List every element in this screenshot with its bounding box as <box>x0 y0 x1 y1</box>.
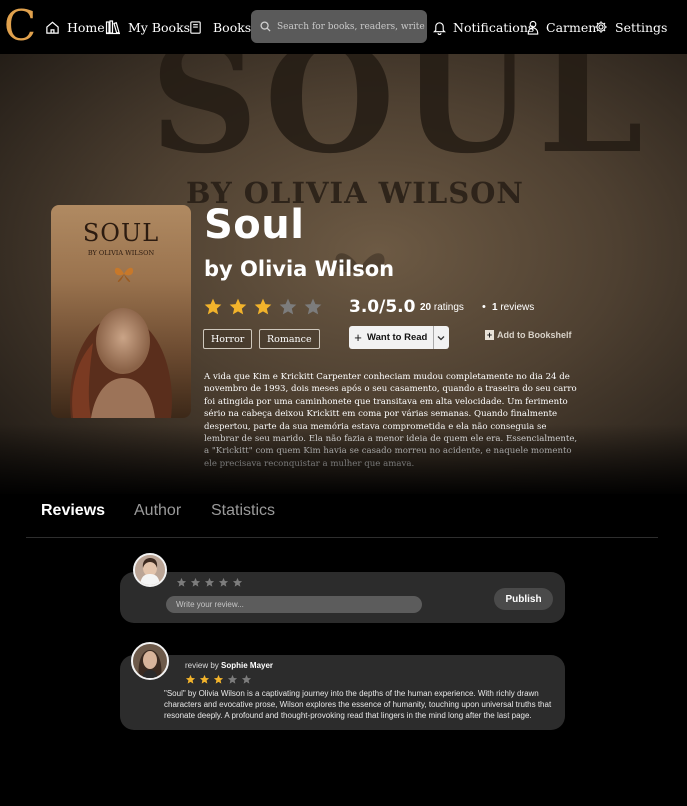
reviews-count[interactable]: 1 reviews <box>492 302 534 313</box>
want-to-read-label: Want to Read <box>367 332 428 343</box>
rating-score: 3.0/5.0 <box>349 297 416 317</box>
reviewer-avatar[interactable] <box>131 642 169 680</box>
star-filled-icon <box>199 674 210 684</box>
want-to-read-button[interactable]: + Want to Read <box>349 326 449 349</box>
nav-settings-label: Settings <box>615 19 668 35</box>
app-logo[interactable]: C <box>4 4 36 48</box>
ratings-count[interactable]: 20 ratings <box>420 302 464 313</box>
search-bar[interactable] <box>251 10 427 43</box>
add-to-bookshelf-label: Add to Bookshelf <box>497 330 572 340</box>
book-title: Soul <box>204 202 305 248</box>
star-empty-icon <box>304 298 322 315</box>
review-text: "Soul" by Olivia Wilson is a captivating… <box>164 689 552 720</box>
user-icon <box>527 20 539 35</box>
nav-books-label: Books <box>213 19 252 35</box>
top-navbar: C Home My Books Books Notifications Carm… <box>0 0 687 54</box>
book-rating-stars <box>203 297 323 317</box>
book-cover[interactable]: SOUL BY OLIVIA WILSON <box>51 205 191 418</box>
gear-icon <box>595 21 607 33</box>
tab-statistics[interactable]: Statistics <box>211 502 275 520</box>
cover-portrait <box>70 308 172 418</box>
publish-button[interactable]: Publish <box>494 588 553 610</box>
bookshelf-icon <box>105 20 120 35</box>
add-to-bookshelf-button[interactable]: + Add to Bookshelf <box>485 330 572 340</box>
nav-home-label: Home <box>67 19 105 35</box>
user-avatar[interactable] <box>133 553 167 587</box>
book-author[interactable]: by Olivia Wilson <box>204 257 394 281</box>
star-filled-icon <box>213 674 224 684</box>
star-empty-icon[interactable] <box>190 577 201 588</box>
book-hero: SOUL BY OLIVIA WILSON SOUL BY OLIVIA WIL… <box>0 54 687 494</box>
star-filled-icon <box>185 674 196 684</box>
search-icon <box>260 21 271 32</box>
star-empty-icon[interactable] <box>176 577 187 588</box>
home-icon <box>46 21 59 34</box>
tab-reviews[interactable]: Reviews <box>41 502 105 520</box>
reviews-count-label: reviews <box>500 302 535 313</box>
bell-icon <box>433 21 446 35</box>
search-input[interactable] <box>277 21 425 32</box>
cover-butterfly-icon <box>114 267 134 282</box>
tabs-divider <box>26 537 658 538</box>
nav-my-books[interactable]: My Books <box>105 0 190 54</box>
chevron-down-icon[interactable] <box>433 326 449 349</box>
hero-background-title: SOUL <box>150 54 650 187</box>
reviewer-name[interactable]: Sophie Mayer <box>221 661 273 670</box>
genre-tag-horror[interactable]: Horror <box>203 329 253 349</box>
cover-author: BY OLIVIA WILSON <box>87 249 155 257</box>
ratings-count-label: ratings <box>433 302 464 313</box>
review-byline: review by Sophie Mayer <box>185 661 273 670</box>
reviews-count-number: 1 <box>492 302 498 313</box>
nav-profile-label: Carmen <box>546 19 597 35</box>
star-filled-icon <box>204 298 222 315</box>
star-empty-icon <box>241 674 252 684</box>
separator-dot: • <box>482 301 486 313</box>
star-empty-icon[interactable] <box>204 577 215 588</box>
nav-books[interactable]: Books <box>188 0 251 54</box>
nav-notifications[interactable]: Notifications <box>433 0 534 54</box>
nav-profile[interactable]: Carmen <box>527 0 596 54</box>
ratings-count-number: 20 <box>420 302 432 313</box>
review-by-prefix: review by <box>185 661 219 670</box>
nav-settings[interactable]: Settings <box>594 0 667 54</box>
book-icon <box>190 20 201 34</box>
hero-fade <box>0 424 687 494</box>
nav-home[interactable]: Home <box>45 0 105 54</box>
cover-title: SOUL <box>82 219 160 247</box>
nav-notifications-label: Notifications <box>453 19 535 35</box>
review-input[interactable] <box>166 596 422 613</box>
star-empty-icon <box>279 298 297 315</box>
star-filled-icon <box>229 298 247 315</box>
plus-icon: + <box>354 330 362 345</box>
star-empty-icon[interactable] <box>218 577 229 588</box>
star-filled-icon <box>254 298 272 315</box>
tab-author[interactable]: Author <box>134 502 181 520</box>
genre-tag-romance[interactable]: Romance <box>259 329 320 349</box>
add-box-icon: + <box>485 330 494 340</box>
nav-my-books-label: My Books <box>128 19 191 35</box>
star-empty-icon <box>227 674 238 684</box>
review-rating-stars <box>185 674 252 685</box>
compose-rating-stars[interactable] <box>176 577 243 588</box>
star-empty-icon[interactable] <box>232 577 243 588</box>
